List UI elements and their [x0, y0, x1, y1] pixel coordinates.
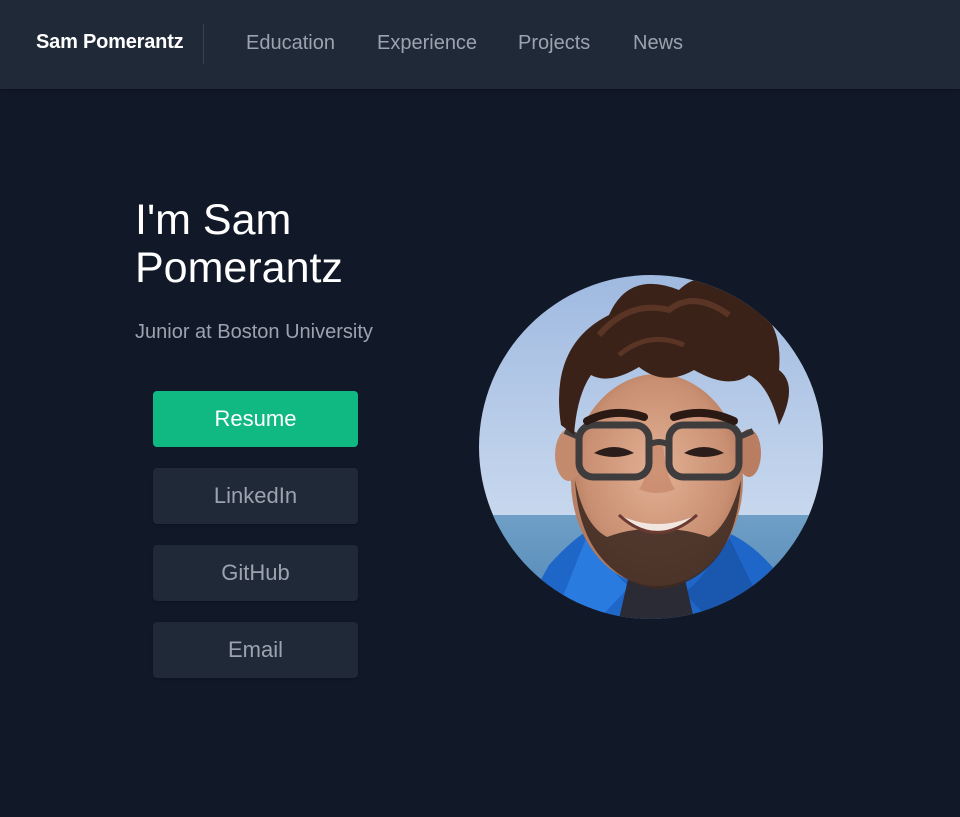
top-navbar: Sam Pomerantz Education Experience Proje…: [0, 0, 960, 89]
nav-link-projects[interactable]: Projects: [518, 32, 590, 55]
resume-button[interactable]: Resume: [153, 391, 358, 447]
nav-divider: [203, 24, 204, 64]
nav-link-experience[interactable]: Experience: [377, 32, 477, 55]
profile-photo: [479, 275, 823, 619]
linkedin-button[interactable]: LinkedIn: [153, 468, 358, 524]
github-button[interactable]: GitHub: [153, 545, 358, 601]
page-title: I'm Sam Pomerantz: [135, 196, 343, 292]
brand-link[interactable]: Sam Pomerantz: [36, 31, 184, 54]
subtitle: Junior at Boston University: [135, 321, 373, 343]
email-button[interactable]: Email: [153, 622, 358, 678]
nav-link-education[interactable]: Education: [246, 32, 335, 55]
nav-link-news[interactable]: News: [633, 32, 683, 55]
portrait-illustration: [479, 275, 823, 619]
